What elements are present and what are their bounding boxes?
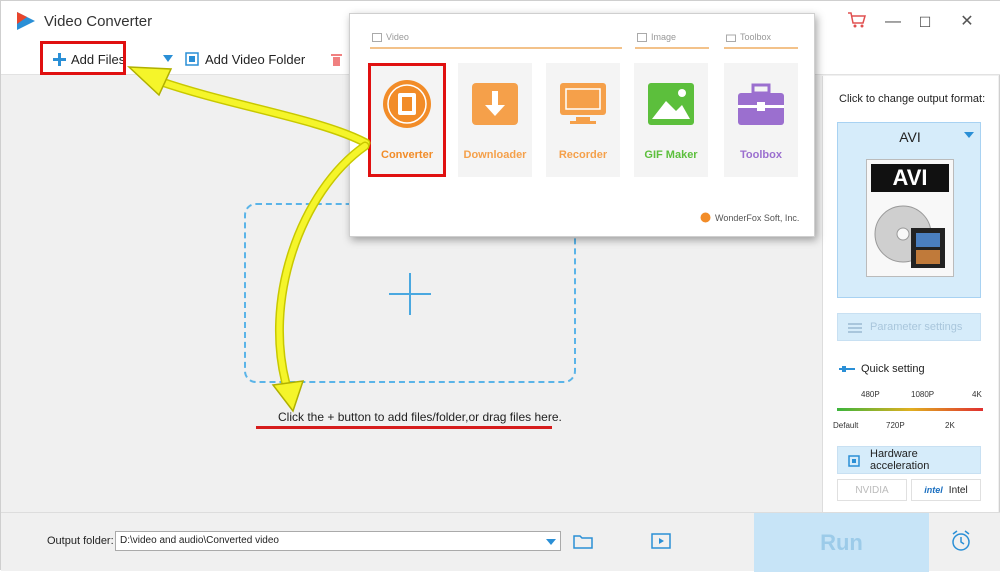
intel-option[interactable]: intel Intel bbox=[911, 479, 981, 501]
nvidia-option[interactable]: NVIDIA bbox=[837, 479, 907, 501]
hardware-acceleration-button[interactable]: Hardware acceleration bbox=[837, 446, 981, 474]
slider-label-1080p: 1080P bbox=[911, 390, 935, 399]
downloader-label: Downloader bbox=[463, 149, 527, 161]
tool-recorder[interactable]: Recorder bbox=[546, 63, 620, 177]
intel-logo-icon: intel bbox=[924, 485, 943, 495]
maximize-button[interactable]: ☐ bbox=[911, 9, 939, 35]
output-folder-field[interactable]: D:\video and audio\Converted video bbox=[115, 531, 561, 551]
add-video-folder-label: Add Video Folder bbox=[205, 51, 306, 67]
slider-label-2k: 2K bbox=[945, 421, 955, 430]
category-toolbox: Toolbox bbox=[726, 32, 771, 42]
avi-format-icon: AVI bbox=[866, 159, 954, 277]
converter-highlight bbox=[368, 63, 446, 177]
slider-label-4k: 4K bbox=[972, 390, 982, 399]
drop-hint: Click the + button to add files/folder,o… bbox=[278, 410, 562, 424]
app-window: Video Converter — ☐ ✕ Add Files Add Vide… bbox=[0, 0, 1000, 572]
chip-icon bbox=[848, 455, 860, 467]
alarm-clock-icon[interactable] bbox=[950, 530, 972, 552]
close-button[interactable]: ✕ bbox=[953, 9, 981, 35]
downloader-icon bbox=[472, 83, 518, 125]
recorder-icon bbox=[560, 83, 606, 124]
output-format-selector[interactable]: AVI AVI bbox=[837, 122, 981, 298]
parameter-settings-button[interactable]: Parameter settings bbox=[837, 313, 981, 341]
chevron-down-icon[interactable] bbox=[546, 539, 556, 545]
gif-maker-icon bbox=[648, 83, 694, 125]
tool-downloader[interactable]: Downloader bbox=[458, 63, 532, 177]
toolbox-category-icon bbox=[726, 34, 736, 42]
tool-toolbox[interactable]: Toolbox bbox=[724, 63, 798, 177]
open-folder-icon[interactable] bbox=[573, 533, 593, 549]
film-folder-icon bbox=[185, 52, 199, 66]
disc-film-icon bbox=[874, 205, 945, 268]
quick-setting-icon bbox=[839, 366, 855, 372]
category-toolbox-line bbox=[724, 47, 798, 49]
category-toolbox-label: Toolbox bbox=[740, 32, 772, 42]
bottom-bar: Output folder: D:\video and audio\Conver… bbox=[1, 512, 1000, 572]
chevron-down-icon bbox=[163, 55, 173, 62]
image-category-icon bbox=[637, 32, 647, 42]
sliders-icon bbox=[848, 323, 862, 333]
category-image-label: Image bbox=[651, 32, 677, 42]
toolbox-icon bbox=[738, 83, 784, 125]
add-files-highlight bbox=[40, 41, 126, 75]
category-video-label: Video bbox=[386, 32, 409, 42]
hardware-acceleration-label: Hardware acceleration bbox=[870, 448, 930, 472]
quality-slider[interactable] bbox=[837, 408, 983, 411]
brand: WonderFox Soft, Inc. bbox=[700, 212, 799, 223]
add-plus-icon-vertical[interactable] bbox=[409, 273, 411, 315]
slider-label-720p: 720P bbox=[886, 421, 905, 430]
output-preview-icon[interactable] bbox=[651, 533, 671, 549]
gif-maker-label: GIF Maker bbox=[644, 149, 698, 161]
category-video-line bbox=[370, 47, 622, 49]
category-image-line bbox=[635, 47, 709, 49]
recorder-label: Recorder bbox=[558, 149, 608, 161]
avi-label: AVI bbox=[871, 164, 949, 192]
category-video: Video bbox=[372, 32, 409, 42]
tool-gif-maker[interactable]: GIF Maker bbox=[634, 63, 708, 177]
wonderfox-logo-icon bbox=[700, 212, 711, 223]
change-format-label: Click to change output format: bbox=[839, 93, 986, 105]
hint-underline bbox=[256, 426, 552, 429]
output-folder-label: Output folder: bbox=[47, 535, 114, 547]
run-button[interactable]: Run bbox=[754, 513, 929, 572]
cart-icon[interactable] bbox=[847, 11, 867, 29]
app-title: Video Converter bbox=[44, 13, 153, 30]
quick-setting: Quick setting bbox=[839, 363, 925, 375]
add-dropdown-button[interactable] bbox=[163, 43, 173, 75]
video-category-icon bbox=[372, 32, 382, 42]
nvidia-label: NVIDIA bbox=[855, 484, 889, 496]
chevron-down-icon bbox=[964, 132, 974, 138]
minimize-button[interactable]: — bbox=[879, 9, 907, 35]
trash-icon bbox=[331, 53, 342, 66]
quick-setting-label: Quick setting bbox=[861, 363, 925, 375]
app-logo-icon bbox=[17, 12, 35, 30]
brand-label: WonderFox Soft, Inc. bbox=[715, 212, 800, 223]
parameter-settings-label: Parameter settings bbox=[870, 321, 963, 333]
intel-label: Intel bbox=[948, 484, 968, 496]
output-panel: Click to change output format: AVI AVI P… bbox=[822, 76, 998, 512]
category-image: Image bbox=[637, 32, 676, 42]
slider-label-480p: 480P bbox=[861, 390, 880, 399]
add-video-folder-button[interactable]: Add Video Folder bbox=[185, 43, 305, 75]
format-name: AVI bbox=[899, 129, 921, 145]
toolbox-label: Toolbox bbox=[740, 149, 782, 161]
delete-button[interactable] bbox=[331, 43, 342, 75]
output-folder-value: D:\video and audio\Converted video bbox=[120, 535, 279, 546]
slider-label-default: Default bbox=[833, 421, 859, 430]
